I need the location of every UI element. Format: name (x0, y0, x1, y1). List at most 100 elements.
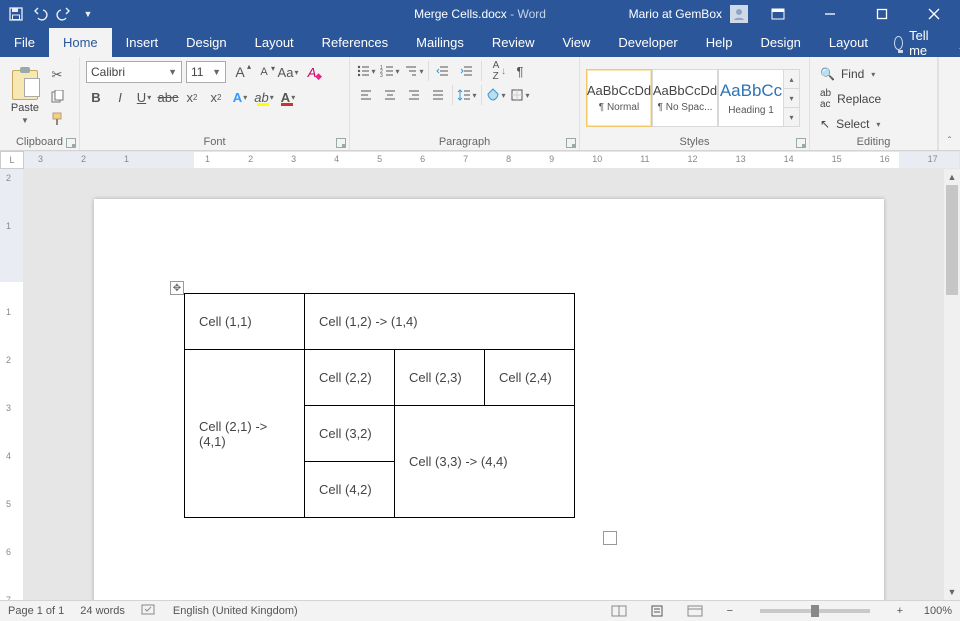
zoom-out-button[interactable]: − (722, 605, 738, 617)
table-cell[interactable]: Cell (4,2) (305, 462, 395, 518)
font-color-icon[interactable]: A▾ (278, 87, 298, 107)
table-cell[interactable]: Cell (2,3) (395, 350, 485, 406)
increase-indent-icon[interactable] (457, 61, 477, 81)
font-size-combo[interactable]: 11▼ (186, 61, 226, 83)
word-count[interactable]: 24 words (80, 605, 125, 617)
table-move-handle-icon[interactable]: ✥ (170, 281, 184, 295)
horizontal-ruler[interactable]: L 3211234567891011121314151617 (0, 151, 960, 169)
close-button[interactable] (912, 0, 956, 28)
qat-dropdown-icon[interactable]: ▼ (80, 6, 96, 22)
scroll-down-icon[interactable]: ▼ (944, 584, 960, 600)
subscript-icon[interactable]: x2 (182, 87, 202, 107)
table-resize-handle-icon[interactable] (603, 531, 617, 545)
save-icon[interactable] (8, 6, 24, 22)
share-button[interactable]: Share (945, 28, 960, 57)
align-right-icon[interactable] (404, 85, 424, 105)
table-cell[interactable]: Cell (1,2) -> (1,4) (305, 294, 575, 350)
scroll-thumb[interactable] (946, 185, 958, 295)
merged-table[interactable]: Cell (1,1) Cell (1,2) -> (1,4) Cell (2,1… (184, 293, 575, 518)
proofing-icon[interactable] (141, 603, 157, 620)
avatar-icon[interactable] (730, 5, 748, 23)
tell-me[interactable]: Tell me (882, 28, 946, 57)
tab-review[interactable]: Review (478, 28, 549, 57)
italic-icon[interactable]: I (110, 87, 130, 107)
zoom-level[interactable]: 100% (924, 605, 952, 617)
grow-font-icon[interactable]: A▴ (230, 62, 250, 82)
undo-icon[interactable] (32, 6, 48, 22)
tab-table-layout[interactable]: Layout (815, 28, 882, 57)
highlight-icon[interactable]: ab▾ (254, 87, 274, 107)
cut-icon[interactable]: ✂ (48, 66, 66, 84)
clear-format-icon[interactable]: A◆ (302, 62, 322, 82)
decrease-indent-icon[interactable] (433, 61, 453, 81)
page[interactable]: ✥ Cell (1,1) Cell (1,2) -> (1,4) Cell (2… (94, 199, 884, 600)
multilevel-list-icon[interactable]: ▾ (404, 61, 424, 81)
sort-icon[interactable]: AZ↓ (486, 61, 506, 81)
align-center-icon[interactable] (380, 85, 400, 105)
dialog-launcher-icon[interactable] (796, 138, 806, 148)
shading-icon[interactable]: ▾ (486, 85, 506, 105)
underline-icon[interactable]: U▾ (134, 87, 154, 107)
bold-icon[interactable]: B (86, 87, 106, 107)
text-effects-icon[interactable]: A▾ (230, 87, 250, 107)
tab-view[interactable]: View (548, 28, 604, 57)
select-button[interactable]: ↖Select ▾ (816, 115, 884, 133)
table-cell[interactable]: Cell (1,1) (185, 294, 305, 350)
styles-gallery-scroll[interactable]: ▴▾▾ (784, 69, 800, 127)
tab-mailings[interactable]: Mailings (402, 28, 478, 57)
borders-icon[interactable]: ▾ (510, 85, 530, 105)
style-normal[interactable]: AaBbCcDd ¶ Normal (586, 69, 652, 127)
page-indicator[interactable]: Page 1 of 1 (8, 605, 64, 617)
table-cell[interactable]: Cell (3,2) (305, 406, 395, 462)
format-painter-icon[interactable] (48, 110, 66, 128)
tab-design[interactable]: Design (172, 28, 240, 57)
vertical-ruler[interactable]: 211234567 (0, 169, 24, 600)
change-case-icon[interactable]: Aa▾ (278, 62, 298, 82)
read-mode-icon[interactable] (608, 603, 630, 619)
tab-layout[interactable]: Layout (241, 28, 308, 57)
language-indicator[interactable]: English (United Kingdom) (173, 605, 298, 617)
strikethrough-icon[interactable]: abc (158, 87, 178, 107)
minimize-button[interactable] (808, 0, 852, 28)
line-spacing-icon[interactable]: ▾ (457, 85, 477, 105)
tab-help[interactable]: Help (692, 28, 747, 57)
bullets-icon[interactable]: ▾ (356, 61, 376, 81)
tab-insert[interactable]: Insert (112, 28, 173, 57)
table-cell[interactable]: Cell (2,4) (485, 350, 575, 406)
dialog-launcher-icon[interactable] (336, 138, 346, 148)
numbering-icon[interactable]: 123▾ (380, 61, 400, 81)
tab-file[interactable]: File (0, 28, 49, 57)
collapse-ribbon-icon[interactable]: ˆ (938, 57, 960, 150)
style-no-spacing[interactable]: AaBbCcDd ¶ No Spac... (652, 69, 718, 127)
user-name[interactable]: Mario at GemBox (629, 7, 722, 21)
redo-icon[interactable] (56, 6, 72, 22)
tab-home[interactable]: Home (49, 28, 112, 57)
zoom-slider[interactable] (760, 609, 870, 613)
shrink-font-icon[interactable]: A▾ (254, 62, 274, 82)
maximize-button[interactable] (860, 0, 904, 28)
dialog-launcher-icon[interactable] (566, 138, 576, 148)
tab-developer[interactable]: Developer (604, 28, 691, 57)
style-heading-1[interactable]: AaBbCc Heading 1 (718, 69, 784, 127)
ruler-corner[interactable]: L (0, 151, 24, 169)
superscript-icon[interactable]: x2 (206, 87, 226, 107)
table-cell[interactable]: Cell (2,2) (305, 350, 395, 406)
align-left-icon[interactable] (356, 85, 376, 105)
find-button[interactable]: 🔍Find ▾ (816, 65, 879, 83)
vertical-scrollbar[interactable]: ▲ ▼ (944, 169, 960, 600)
copy-icon[interactable] (48, 88, 66, 106)
replace-button[interactable]: abacReplace (816, 86, 885, 112)
font-name-combo[interactable]: Calibri▼ (86, 61, 182, 83)
show-marks-icon[interactable]: ¶ (510, 61, 530, 81)
tab-table-design[interactable]: Design (746, 28, 814, 57)
table-cell[interactable]: Cell (2,1) -> (4,1) (185, 350, 305, 518)
paste-button[interactable]: Paste ▼ (6, 70, 44, 125)
zoom-in-button[interactable]: + (892, 605, 908, 617)
ribbon-display-options-icon[interactable] (756, 0, 800, 28)
scroll-up-icon[interactable]: ▲ (944, 169, 960, 185)
dialog-launcher-icon[interactable] (66, 138, 76, 148)
table-cell[interactable]: Cell (3,3) -> (4,4) (395, 406, 575, 518)
print-layout-icon[interactable] (646, 603, 668, 619)
tab-references[interactable]: References (308, 28, 402, 57)
web-layout-icon[interactable] (684, 603, 706, 619)
